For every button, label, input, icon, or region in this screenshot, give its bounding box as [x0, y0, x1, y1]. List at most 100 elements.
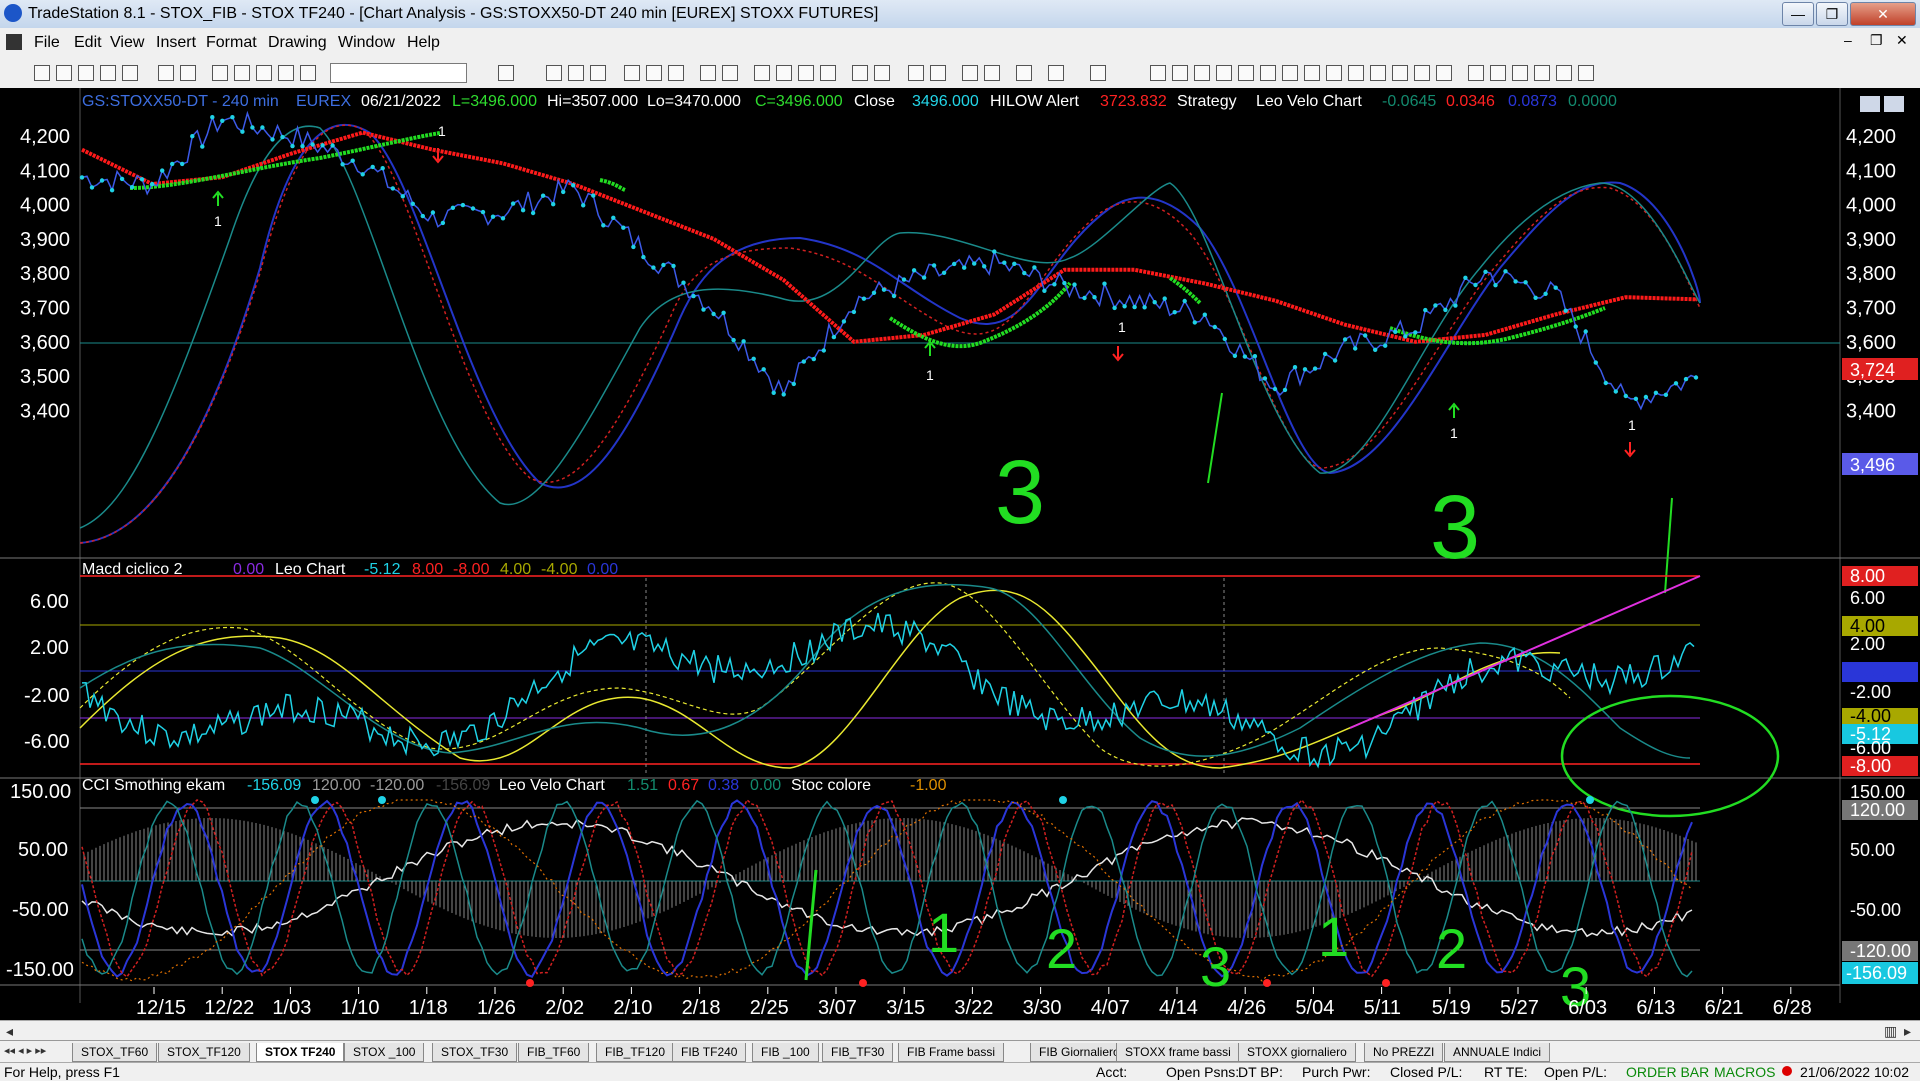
menu-insert[interactable]: Insert — [156, 34, 196, 52]
horizontal-line-icon[interactable] — [1194, 65, 1210, 81]
copy-icon[interactable] — [234, 65, 250, 81]
arrow-up-blue-icon[interactable] — [1512, 65, 1528, 81]
workspace-tab[interactable]: FIB Frame bassi — [898, 1043, 1005, 1062]
minimize-button[interactable]: — — [1782, 2, 1814, 26]
fan-icon[interactable] — [1260, 65, 1276, 81]
workspace-tab[interactable]: STOXX giornaliero — [1238, 1043, 1356, 1062]
workspace-tab[interactable]: FIB_TF30 — [822, 1043, 894, 1062]
text-icon[interactable] — [1578, 65, 1594, 81]
cci-marker — [1059, 796, 1067, 804]
workspace-tab[interactable]: FIB TF240 — [672, 1043, 747, 1062]
menu-edit[interactable]: Edit — [74, 34, 102, 52]
cycle-icon[interactable] — [1304, 65, 1320, 81]
price-point — [410, 201, 415, 206]
arc-icon[interactable] — [1370, 65, 1386, 81]
fib-icon[interactable] — [1216, 65, 1232, 81]
gann-icon[interactable] — [1172, 65, 1188, 81]
tab-nav-icon[interactable]: ◂◂ ◂ ▸ ▸▸ — [4, 1044, 46, 1057]
link-icon[interactable] — [624, 65, 640, 81]
cut-icon[interactable] — [212, 65, 228, 81]
pane-minimize-icon[interactable] — [1860, 96, 1880, 112]
disabled-icon[interactable] — [1090, 65, 1106, 81]
scroll-right-icon[interactable]: ▸ — [1904, 1023, 1911, 1040]
workspace-tab[interactable]: STOXX frame bassi — [1116, 1043, 1240, 1062]
macd-badge-0: 0.00 — [1850, 662, 1885, 682]
workspace-tab[interactable]: FIB Giornaliero — [1030, 1043, 1129, 1062]
workspace-tab[interactable]: STOX_TF120 — [158, 1043, 250, 1062]
print-preview-icon[interactable] — [180, 65, 196, 81]
scroll-left-icon[interactable]: ◂ — [6, 1023, 13, 1040]
speed-lines-icon[interactable] — [1238, 65, 1254, 81]
pane-restore-icon[interactable] — [1884, 96, 1904, 112]
ellipse-icon[interactable] — [1392, 65, 1408, 81]
workspace-tab[interactable]: FIB_TF120 — [596, 1043, 675, 1062]
scanner-icon[interactable] — [646, 65, 662, 81]
arrow-down-red-icon[interactable] — [1490, 65, 1506, 81]
close-button[interactable]: ✕ — [1850, 2, 1916, 26]
point-icon[interactable] — [820, 65, 836, 81]
workspace-tab[interactable]: FIB _100 — [752, 1043, 819, 1062]
folder-icon[interactable] — [122, 65, 138, 81]
workspace-tab[interactable]: No PREZZI — [1364, 1043, 1444, 1062]
drag-icon[interactable] — [984, 65, 1000, 81]
menu-file[interactable]: File — [34, 34, 60, 52]
alert-icon[interactable] — [1048, 65, 1064, 81]
expand-icon[interactable] — [874, 65, 890, 81]
horizontal-scrollbar[interactable]: ◂ ▥ ▸ — [0, 1020, 1920, 1041]
symbol-combo[interactable] — [330, 63, 467, 83]
squeeze-icon[interactable] — [852, 65, 868, 81]
time-axis-label: 2/10 — [613, 997, 652, 1019]
save-icon[interactable] — [78, 65, 94, 81]
bar-style-icon[interactable] — [754, 65, 770, 81]
channel-icon[interactable] — [1282, 65, 1298, 81]
menu-format[interactable]: Format — [206, 34, 257, 52]
line-chart-icon[interactable] — [798, 65, 814, 81]
arrow-up-icon[interactable] — [1414, 65, 1430, 81]
mdi-close-icon[interactable]: ✕ — [1896, 32, 1908, 49]
scroll-thumb-icon[interactable]: ▥ — [1884, 1023, 1897, 1040]
strategy-icon[interactable] — [722, 65, 738, 81]
lock-icon[interactable] — [278, 65, 294, 81]
mdi-minimize-icon[interactable]: – — [1844, 32, 1852, 48]
radar-icon[interactable] — [568, 65, 584, 81]
workspace-tab[interactable]: STOX TF240 — [256, 1043, 345, 1062]
menu-drawing[interactable]: Drawing — [268, 34, 327, 52]
chart-window-icon[interactable] — [546, 65, 562, 81]
pointer-icon[interactable] — [962, 65, 978, 81]
regression-icon[interactable] — [1326, 65, 1342, 81]
new-icon[interactable] — [34, 65, 50, 81]
find-icon[interactable] — [498, 65, 514, 81]
globe-icon[interactable] — [300, 65, 316, 81]
price-point — [129, 185, 135, 190]
maximize-button[interactable]: ❐ — [1816, 2, 1848, 26]
freehand-icon[interactable] — [1436, 65, 1452, 81]
price-point — [490, 214, 496, 219]
mdi-restore-icon[interactable]: ❐ — [1870, 32, 1883, 49]
open-icon[interactable] — [56, 65, 72, 81]
candle-icon[interactable] — [776, 65, 792, 81]
workspace-tab[interactable]: STOX_TF30 — [432, 1043, 518, 1062]
andrews-icon[interactable] — [1348, 65, 1364, 81]
curve-icon[interactable] — [1468, 65, 1484, 81]
menu-help[interactable]: Help — [407, 34, 440, 52]
workspace-tab[interactable]: FIB_TF60 — [518, 1043, 590, 1062]
paste-icon[interactable] — [256, 65, 272, 81]
matrix-icon[interactable] — [590, 65, 606, 81]
tools-icon[interactable] — [1016, 65, 1032, 81]
workspace-tab[interactable]: STOX_TF60 — [72, 1043, 158, 1062]
workspace-tab[interactable]: ANNUALE Indici — [1444, 1043, 1551, 1062]
time-axis-label: 5/19 — [1432, 997, 1471, 1019]
zoom-out-icon[interactable] — [930, 65, 946, 81]
portfolio-icon[interactable] — [668, 65, 684, 81]
menu-window[interactable]: Window — [338, 34, 395, 52]
workspace-tab[interactable]: STOX _100 — [344, 1043, 425, 1062]
zoom-in-icon[interactable] — [908, 65, 924, 81]
rectangle-icon[interactable] — [1556, 65, 1572, 81]
indicator-icon[interactable] — [700, 65, 716, 81]
chart-analysis[interactable]: GS:STOXX50-DT - 240 min EUREX 06/21/2022… — [0, 88, 1920, 1023]
circle-icon[interactable] — [1534, 65, 1550, 81]
menu-view[interactable]: View — [110, 34, 144, 52]
print-icon[interactable] — [158, 65, 174, 81]
trendline-icon[interactable] — [1150, 65, 1166, 81]
workspace-icon[interactable] — [100, 65, 116, 81]
